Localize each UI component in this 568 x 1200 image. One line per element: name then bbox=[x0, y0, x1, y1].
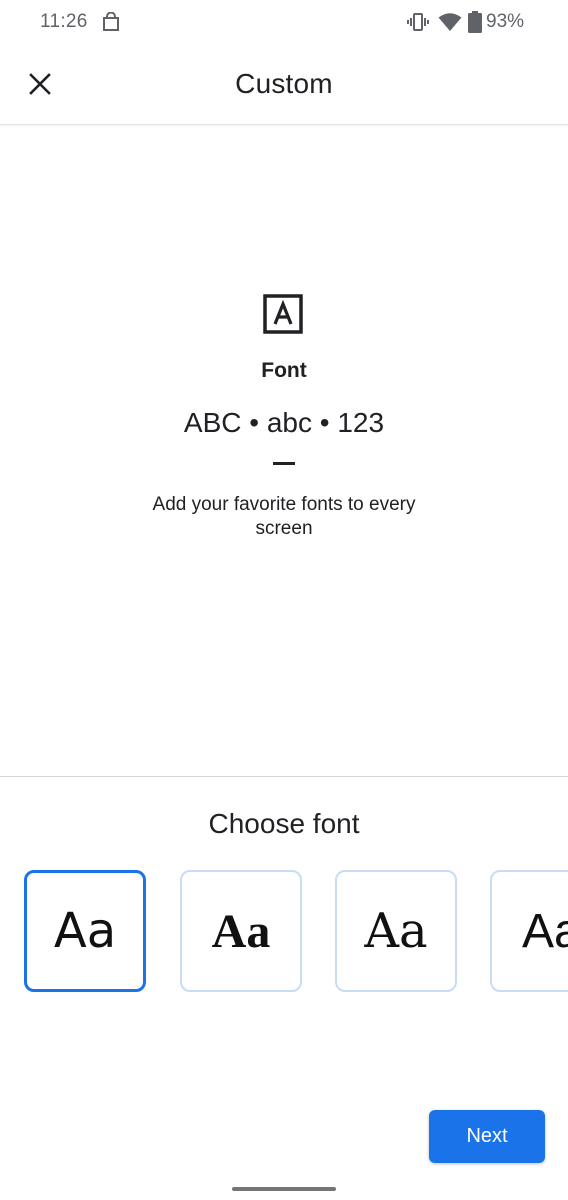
wifi-icon bbox=[438, 13, 462, 31]
font-option-1[interactable]: Aa bbox=[24, 870, 146, 992]
font-options-carousel[interactable]: Aa Aa Aa Aa bbox=[0, 868, 568, 1000]
font-option-label: Aa bbox=[53, 903, 117, 959]
battery-icon bbox=[468, 11, 482, 33]
font-option-label: Aa bbox=[364, 903, 428, 959]
font-option-label: Aa bbox=[522, 904, 568, 958]
font-option-label: Aa bbox=[211, 904, 271, 958]
status-bar: 11:26 93% bbox=[0, 0, 568, 46]
status-time: 11:26 bbox=[40, 11, 88, 32]
top-app-bar: Custom bbox=[0, 46, 568, 125]
font-option-2[interactable]: Aa bbox=[180, 870, 302, 992]
preview-title: Font bbox=[261, 359, 307, 382]
preview-sample-text: ABC • abc • 123 bbox=[183, 407, 385, 438]
shopping-bag-icon bbox=[103, 12, 119, 31]
choose-font-title: Choose font bbox=[208, 808, 360, 839]
page-title: Custom bbox=[235, 68, 333, 99]
screen: 11:26 93% Custom Font ABC • abc • 123 Ad… bbox=[0, 0, 568, 1200]
battery-percent: 93% bbox=[486, 11, 525, 32]
font-letter-a-icon bbox=[263, 294, 303, 334]
vibrate-icon bbox=[407, 13, 429, 31]
next-button[interactable]: Next bbox=[429, 1110, 545, 1163]
preview-divider bbox=[273, 462, 295, 465]
section-divider bbox=[0, 776, 568, 777]
font-option-3[interactable]: Aa bbox=[335, 870, 457, 992]
preview-description: Add your favorite fonts to every screen bbox=[152, 494, 416, 539]
gesture-nav-handle[interactable] bbox=[232, 1187, 336, 1191]
font-preview: Font ABC • abc • 123 Add your favorite f… bbox=[0, 125, 568, 776]
font-option-4[interactable]: Aa bbox=[490, 870, 568, 992]
